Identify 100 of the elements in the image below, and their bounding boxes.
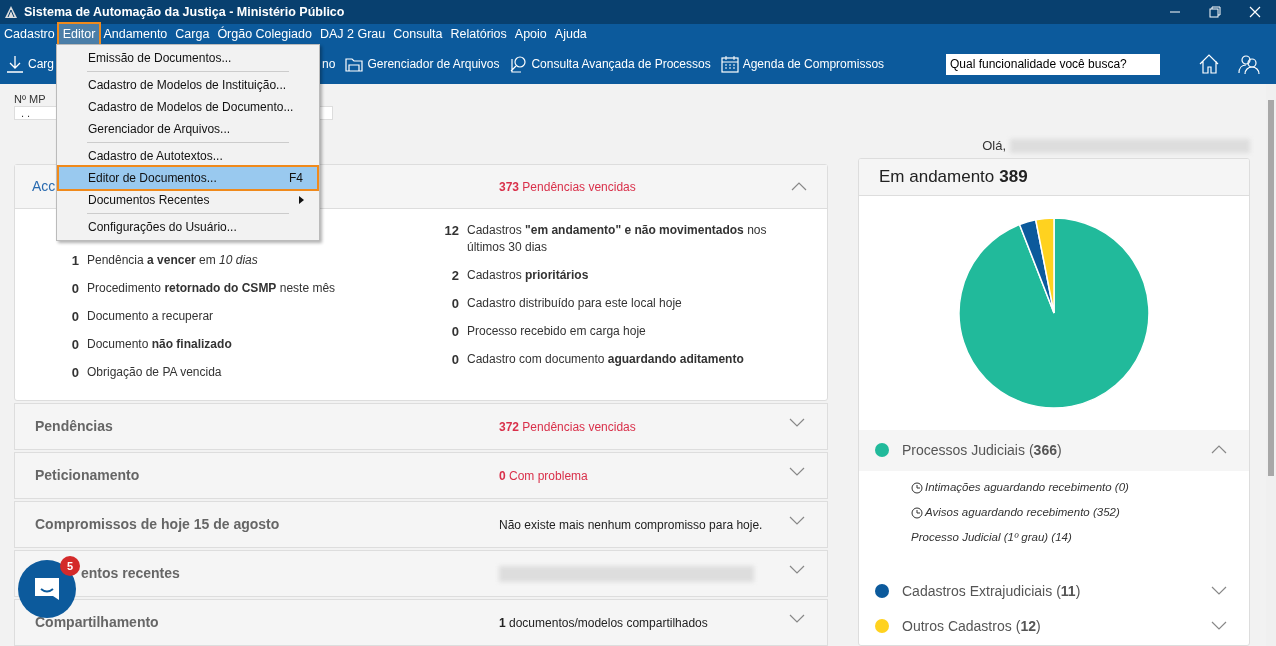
download-icon	[6, 55, 24, 73]
legend-count: (12)	[1015, 616, 1041, 636]
home-button[interactable]	[1198, 53, 1220, 75]
menu-item[interactable]: Andamento	[99, 24, 172, 44]
field-label: Nº MP	[14, 93, 46, 106]
count-value: 0	[450, 323, 459, 340]
menu-option[interactable]: Editor de Documentos... F4	[59, 167, 317, 189]
document-search-icon	[509, 55, 528, 73]
overdue-summary: 373 Pendências vencidas	[499, 178, 636, 196]
app-logo-icon	[4, 5, 18, 19]
folder-icon	[345, 55, 364, 73]
section-title: Peticionamento	[35, 467, 140, 483]
menu-option[interactable]: Cadastro de Autotextos...	[57, 145, 319, 167]
chevron-up-icon	[791, 181, 807, 192]
count-value: 0	[70, 280, 79, 297]
menu-option[interactable]: Configurações do Usuário...	[57, 216, 319, 238]
legend-row[interactable]: Processos Judiciais (366)	[859, 429, 1249, 471]
indicator-text: Documento não finalizado	[87, 336, 233, 353]
chevron-down-icon	[789, 467, 805, 477]
count-value: 2	[450, 267, 459, 284]
submenu-arrow-icon	[299, 196, 305, 204]
expand-button[interactable]	[789, 614, 805, 624]
legend-count: (11)	[1056, 581, 1081, 601]
users-icon	[1238, 53, 1260, 75]
chevron-up-icon	[1211, 445, 1227, 456]
chart-title: Em andamento	[879, 165, 995, 188]
legend-detail: Avisos aguardando recebimento (352)	[925, 504, 1120, 520]
menu-item[interactable]: Ajuda	[550, 24, 591, 44]
section-title: entos recentes	[81, 565, 180, 581]
legend-count: (366)	[1028, 440, 1062, 460]
chevron-down-icon	[789, 565, 805, 575]
close-icon	[1249, 6, 1261, 18]
chevron-down-icon	[789, 418, 805, 428]
toolbar-button[interactable]: Gerenciador de Arquivos	[345, 55, 500, 73]
indicator-text: Obrigação de PA vencida	[87, 364, 223, 381]
count-value: 0	[450, 295, 459, 312]
count-value: 12	[443, 222, 459, 240]
menu-item[interactable]: Órgão Colegiado	[213, 24, 316, 44]
restore-icon	[1209, 6, 1221, 18]
menu-option[interactable]: Documentos Recentes	[57, 189, 319, 211]
total-count: 389	[999, 165, 1028, 188]
chat-icon	[33, 576, 61, 602]
section-summary: 372 Pendências vencidas	[499, 418, 636, 436]
count-value: 0	[450, 351, 459, 368]
legend-label: Outros Cadastros	[902, 616, 1012, 636]
menu-option[interactable]: Cadastro de Modelos de Documento...	[57, 96, 319, 118]
expand-button[interactable]	[789, 418, 805, 428]
section-title: Compromissos de hoje 15 de agosto	[35, 516, 280, 532]
menu-item[interactable]: Cadastro	[0, 24, 59, 44]
chevron-down-icon	[789, 516, 805, 526]
menu-item[interactable]: Editor	[58, 24, 100, 44]
greeting-text: Olá,	[982, 137, 1006, 155]
expand-button[interactable]	[789, 565, 805, 575]
menu-item[interactable]: Relatórios	[446, 24, 511, 44]
indicator-text: Cadastro distribuído para este local hoje	[467, 295, 683, 312]
indicator-text: Cadastro com documento aguardando aditamento	[467, 351, 745, 368]
chevron-down-icon	[1211, 621, 1227, 632]
legend-label: Processos Judiciais	[902, 440, 1025, 460]
toolbar-button[interactable]: no	[322, 55, 336, 73]
scrollbar-thumb[interactable]	[1268, 100, 1274, 476]
legend-label: Cadastros Extrajudiciais	[902, 581, 1053, 601]
card-title: Acc	[32, 178, 56, 194]
section-summary: Não existe mais nenhum compromisso para hoje.	[499, 516, 764, 534]
legend-detail: Intimações aguardando recebimento (0)	[925, 479, 1129, 495]
clock-icon	[911, 481, 923, 494]
count-value: 0	[70, 364, 79, 381]
toolbar-button[interactable]: Agenda de Compromissos	[720, 55, 885, 73]
menu-option[interactable]: Emissão de Documentos...	[57, 47, 319, 69]
indicator-text: Processo recebido em carga hoje	[467, 323, 647, 340]
home-icon	[1198, 53, 1220, 75]
menu-item[interactable]: Consulta	[389, 24, 447, 44]
calendar-icon	[720, 55, 739, 73]
section-title: Pendências	[35, 418, 113, 434]
collapse-button[interactable]	[791, 181, 807, 192]
clock-icon	[911, 506, 923, 519]
menu-option[interactable]: Cadastro de Modelos de Instituição...	[57, 74, 319, 96]
toolbar-button[interactable]: Consulta Avançada de Processos	[509, 55, 711, 73]
count-value: 0	[70, 336, 79, 353]
users-button[interactable]	[1238, 53, 1260, 75]
indicator-text: Cadastros prioritários	[467, 267, 590, 284]
expand-button[interactable]	[789, 467, 805, 477]
menu-item[interactable]: Carga	[171, 24, 214, 44]
search-field[interactable]: Qual funcionalidade você busca?	[946, 53, 1160, 75]
indicator-text: Cadastros "em andamento" e não movimentados nos últimos 30 dias	[467, 222, 767, 256]
expand-button[interactable]	[789, 516, 805, 526]
legend-detail: Processo Judicial (1º grau) (14)	[911, 529, 1072, 545]
menu-option[interactable]: Gerenciador de Arquivos...	[57, 118, 319, 140]
menu-item[interactable]: DAJ 2 Grau	[315, 24, 390, 44]
indicator-text: Procedimento retornado do CSMP neste mês	[87, 280, 337, 297]
chevron-down-icon	[789, 614, 805, 624]
restore-button[interactable]	[1208, 5, 1222, 19]
menu-item[interactable]: Apoio	[510, 24, 551, 44]
count-value: 0	[70, 308, 79, 325]
shortcut-text: F4	[289, 170, 303, 187]
toolbar-button[interactable]: Carg	[6, 55, 54, 73]
window-title: Sistema de Automação da Justiça - Ministério Público	[24, 3, 345, 21]
indicator-text: Documento a recuperar	[87, 308, 215, 325]
chevron-down-icon	[1211, 586, 1227, 597]
section-summary: 0 Com problema	[499, 467, 588, 485]
close-button[interactable]	[1248, 5, 1262, 19]
